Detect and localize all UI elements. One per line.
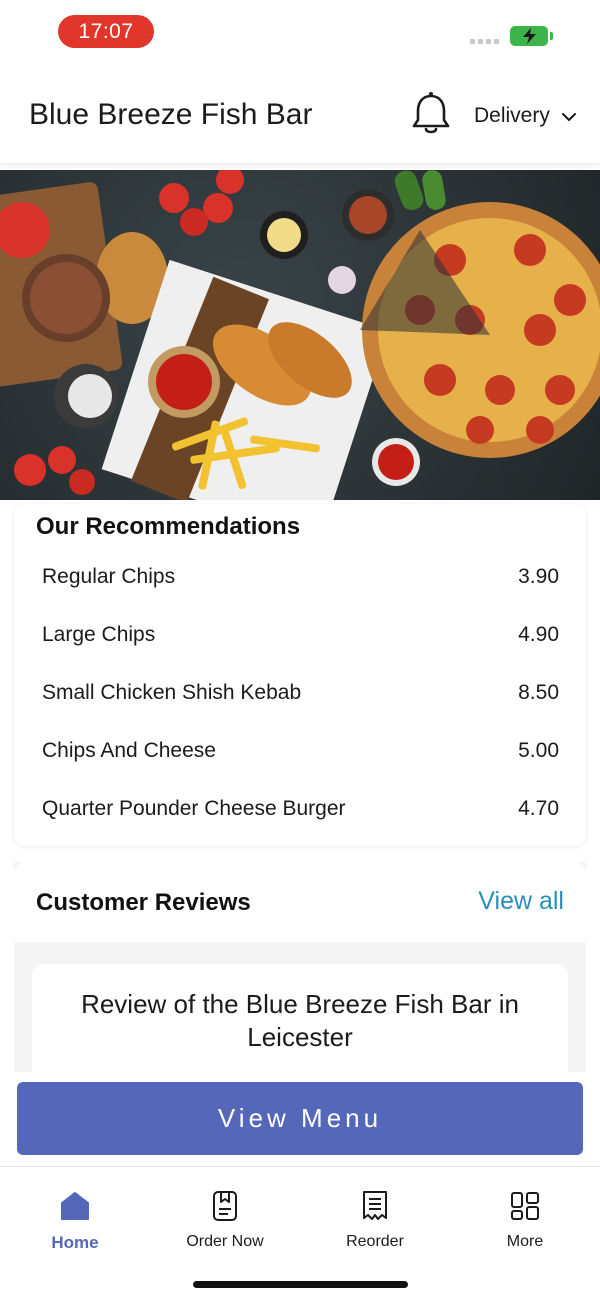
review-card[interactable]: Review of the Blue Breeze Fish Bar in Le… [32,964,568,1084]
item-price: 5.00 [518,739,559,762]
view-all-link[interactable]: View all [478,887,564,916]
signal-icon [470,39,499,44]
status-bar: 17:07 [0,0,600,64]
restaurant-name: Blue Breeze Fish Bar [29,98,313,131]
nav-item-reorder[interactable]: Reorder [315,1189,435,1251]
receipt-icon [358,1189,392,1223]
item-name: Small Chicken Shish Kebab [42,681,302,704]
list-item[interactable]: Chips And Cheese 5.00 [42,736,559,766]
battery-icon [510,26,548,46]
status-time: 17:07 [58,15,154,48]
item-price: 4.70 [518,797,559,820]
home-indicator [193,1281,408,1288]
reviews-title: Customer Reviews [36,889,251,916]
bottom-nav: Home Order Now Reorder More [0,1166,600,1298]
nav-item-order-now[interactable]: Order Now [165,1189,285,1251]
recommendations-title: Our Recommendations [36,513,301,540]
list-item[interactable]: Small Chicken Shish Kebab 8.50 [42,678,559,708]
nav-label: Order Now [186,1233,264,1250]
list-item[interactable]: Large Chips 4.90 [42,620,559,650]
bell-icon[interactable] [411,91,451,137]
nav-label: Home [51,1233,99,1252]
app-header: Blue Breeze Fish Bar Delivery [0,64,600,164]
view-menu-button[interactable]: View Menu [17,1082,583,1155]
item-name: Regular Chips [42,565,176,588]
nav-item-more[interactable]: More [465,1189,585,1251]
chevron-down-icon [561,104,576,128]
battery-tip [550,32,553,40]
item-name: Chips And Cheese [42,739,216,762]
delivery-select[interactable]: Delivery [474,104,576,128]
home-icon [58,1189,92,1223]
recommendations-card: Our Recommendations Regular Chips 3.90 L… [14,504,586,846]
item-name: Quarter Pounder Cheese Burger [42,797,346,820]
item-name: Large Chips [42,623,156,646]
item-price: 8.50 [518,681,559,704]
nav-label: More [506,1233,544,1250]
reviews-section: Customer Reviews View all Review of the … [14,862,586,1084]
grid-icon [508,1189,542,1223]
nav-item-home[interactable]: Home [15,1189,135,1253]
item-price: 4.90 [518,623,559,646]
hero-food-image [0,170,600,500]
review-card-title: Review of the Blue Breeze Fish Bar in Le… [81,989,519,1052]
nav-label: Reorder [346,1233,404,1250]
list-item[interactable]: Regular Chips 3.90 [42,562,559,592]
delivery-label: Delivery [474,104,550,127]
list-item[interactable]: Quarter Pounder Cheese Burger 4.70 [42,794,559,824]
reviews-header: Customer Reviews View all [14,862,586,942]
order-icon [208,1189,242,1223]
item-price: 3.90 [518,565,559,588]
